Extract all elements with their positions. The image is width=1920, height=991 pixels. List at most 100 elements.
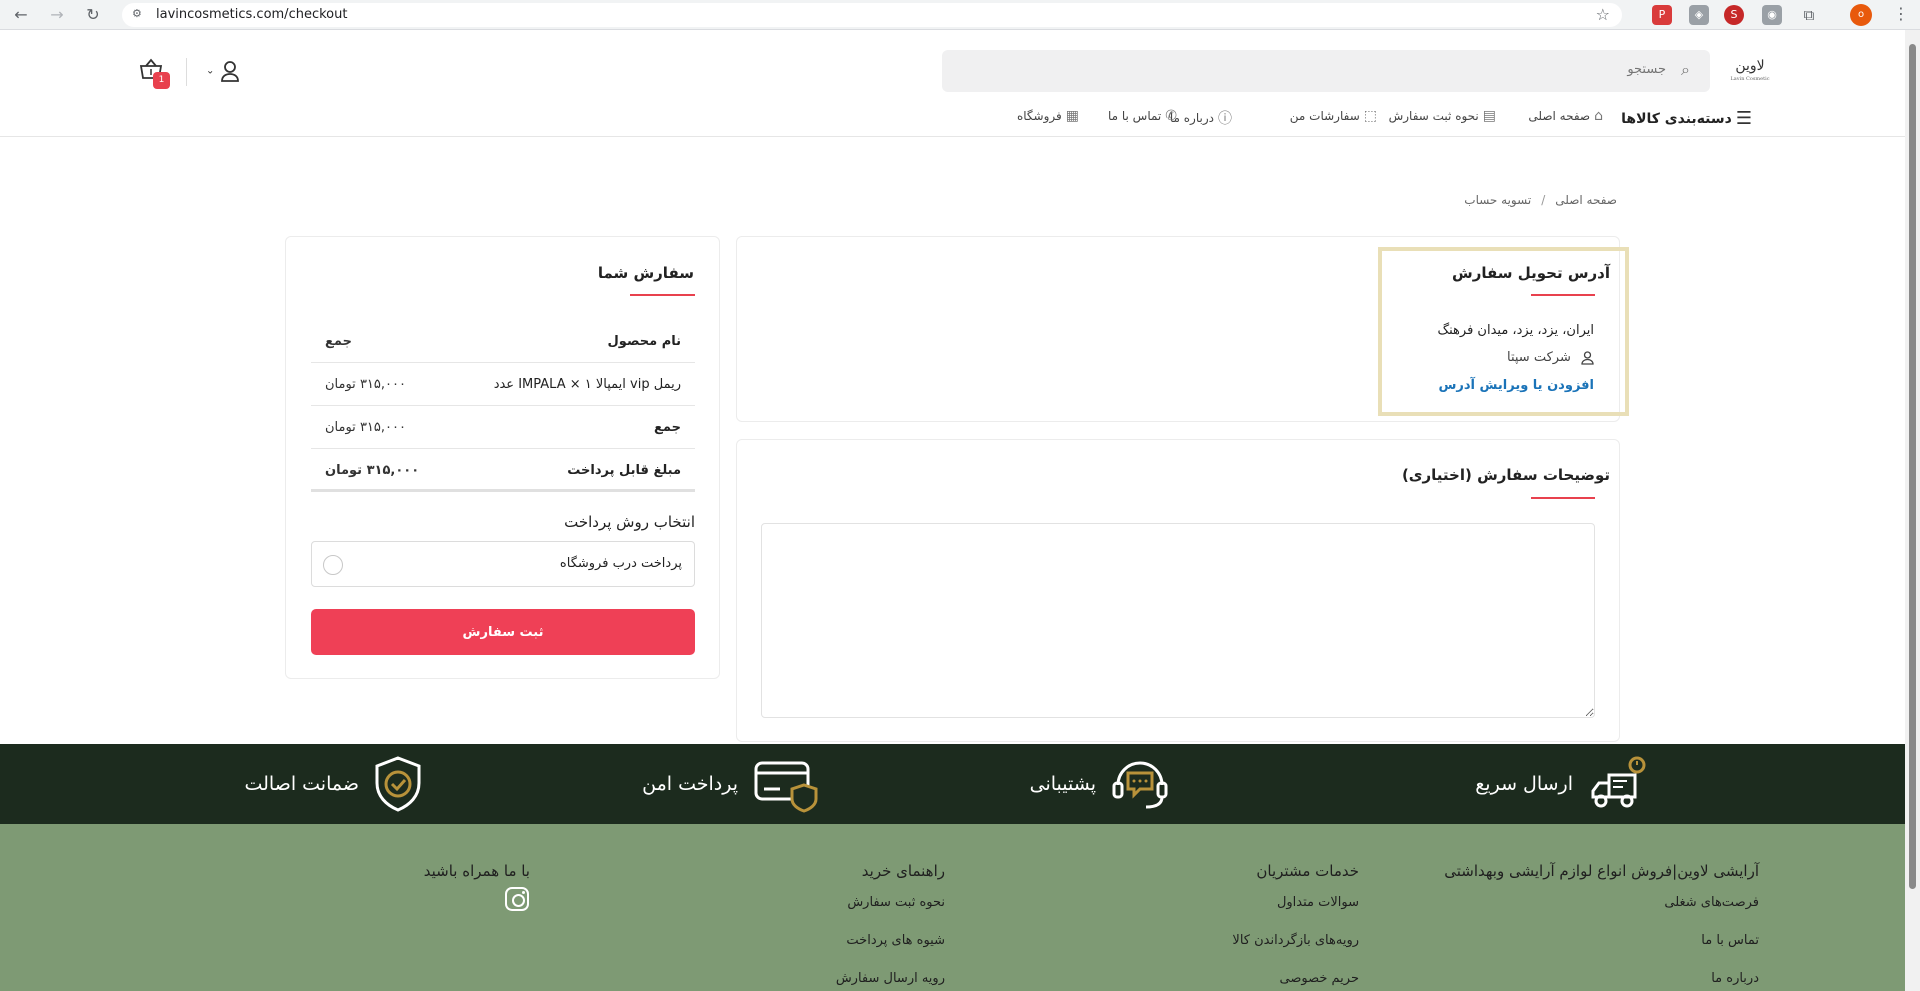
breadcrumb-current: تسویه حساب — [1464, 193, 1532, 207]
instagram-icon[interactable] — [505, 887, 529, 911]
footer-about-title: آرایشی لاوین|فروش انواع لوازم آرایشی وبه… — [1444, 862, 1759, 880]
footer-link-about[interactable]: درباره ما — [1711, 971, 1759, 986]
nav-home-label: صفحه اصلی — [1528, 109, 1591, 123]
edit-address-link[interactable]: افزودن یا ویرایش آدرس — [1438, 378, 1594, 393]
nav-store[interactable]: ▦ فروشگاه — [1017, 108, 1079, 124]
search-icon[interactable]: ⌕ — [1681, 60, 1690, 80]
payment-option-radio[interactable] — [323, 555, 343, 575]
footer-services-title: خدمات مشتریان — [1256, 862, 1359, 880]
col-product-header: نام محصول — [607, 334, 681, 349]
order-item-total: ۳۱۵,۰۰۰ تومان — [325, 377, 406, 392]
address-line: ایران، یزد، یزد، میدان فرهنگ — [1437, 323, 1594, 338]
footer-link-faq[interactable]: سوالات متداول — [1277, 895, 1359, 910]
order-item-name: ریمل vip ایمپالا IMPALA × ۱ عدد — [493, 377, 681, 392]
nav-categories[interactable]: ☰ دسته‌بندی کالاها — [1621, 108, 1752, 129]
footer-link-careers[interactable]: فرصت‌های شغلی — [1664, 895, 1759, 910]
address-bar[interactable]: ⚙ lavincosmetics.com/checkout ☆ — [122, 3, 1622, 27]
breadcrumb-separator: / — [1541, 193, 1546, 207]
forward-icon[interactable]: → — [46, 4, 68, 26]
notes-title-underline — [1531, 497, 1595, 499]
nav-contact[interactable]: ✆ تماس با ما — [1108, 108, 1177, 124]
camera-icon[interactable]: ◉ — [1762, 5, 1782, 25]
main-nav: ☰ دسته‌بندی کالاها ⌂ صفحه اصلی ▤ نحوه ثب… — [0, 108, 1905, 129]
nav-store-label: فروشگاه — [1016, 109, 1062, 123]
phone-icon: ✆ — [1165, 108, 1177, 124]
breadcrumb: صفحه اصلی / تسویه حساب — [1464, 193, 1617, 207]
cart-button[interactable]: 1 — [139, 58, 170, 89]
browser-menu-icon[interactable]: ⋮ — [1893, 4, 1909, 23]
notes-title: توضیحات سفارش (اختیاری) — [1401, 466, 1610, 484]
page-scrollbar[interactable] — [1905, 30, 1920, 991]
site-info-icon[interactable]: ⚙ — [132, 7, 146, 21]
chevron-down-icon: ⌄ — [206, 65, 215, 77]
logo-text: لاوین — [1735, 58, 1765, 74]
payable-value: ۳۱۵,۰۰۰ تومان — [325, 463, 420, 478]
bookmark-star-icon[interactable]: ☆ — [1596, 5, 1610, 24]
footer-link-shipping[interactable]: رویه ارسال سفارش — [836, 971, 945, 986]
breadcrumb-home[interactable]: صفحه اصلی — [1555, 193, 1617, 207]
nav-about[interactable]: ⓘ درباره ما — [1170, 108, 1232, 128]
feature-authenticity-label: ضمانت اصالت — [244, 773, 359, 795]
address-title: آدرس تحویل سفارش — [1452, 264, 1610, 282]
order-notes-textarea[interactable] — [761, 523, 1595, 718]
subtotal-value: ۳۱۵,۰۰۰ تومان — [325, 420, 406, 435]
url-text[interactable]: lavincosmetics.com/checkout — [156, 7, 347, 22]
address-company-label: شرکت سپتا — [1507, 350, 1571, 365]
extension-p-icon[interactable]: P — [1652, 5, 1672, 25]
store-icon: ▦ — [1065, 108, 1079, 124]
nav-home[interactable]: ⌂ صفحه اصلی — [1528, 108, 1603, 124]
payment-option-in-store[interactable]: پرداخت درب فروشگاه — [311, 541, 695, 587]
nav-how-to-order-label: نحوه ثبت سفارش — [1388, 109, 1479, 123]
footer-link-returns[interactable]: رویه‌های بازگرداندن کالا — [1232, 933, 1359, 948]
feature-fast-shipping: ارسال سریع — [1475, 756, 1649, 812]
address-company: شرکت سپتا — [1507, 350, 1594, 365]
info-icon: ⓘ — [1218, 111, 1232, 127]
footer-link-privacy[interactable]: حریم خصوصی — [1279, 971, 1359, 986]
address-title-underline — [1531, 294, 1595, 296]
home-icon: ⌂ — [1594, 108, 1603, 124]
box-icon: ⬚ — [1363, 108, 1377, 124]
search-input[interactable] — [1366, 62, 1666, 77]
user-icon — [220, 60, 240, 82]
feature-secure-payment-label: پرداخت امن — [642, 773, 738, 795]
nav-my-orders[interactable]: ⬚ سفارشات من — [1290, 108, 1377, 124]
col-total-header: جمع — [325, 334, 352, 349]
scrollbar-thumb[interactable] — [1909, 44, 1916, 889]
feature-fast-shipping-label: ارسال سریع — [1475, 773, 1573, 795]
subtotal-label: جمع — [654, 420, 681, 435]
site-header: لاوین Lavin Cosmetic ⌕ ⌄ 1 ☰ دسته‌بندی ک… — [0, 30, 1905, 137]
nav-how-to-order[interactable]: ▤ نحوه ثبت سفارش — [1389, 108, 1496, 124]
extension-s-icon[interactable]: S — [1724, 5, 1744, 25]
list-icon: ▤ — [1482, 108, 1496, 124]
order-header-row: نام محصول جمع — [311, 320, 695, 363]
site-logo[interactable]: لاوین Lavin Cosmetic — [1730, 56, 1770, 84]
submit-order-button[interactable]: ثبت سفارش — [311, 609, 695, 655]
profile-avatar[interactable]: o — [1850, 4, 1872, 26]
reload-icon[interactable]: ↻ — [82, 4, 104, 26]
person-icon — [1577, 350, 1594, 365]
nav-categories-label: دسته‌بندی کالاها — [1621, 110, 1732, 127]
footer-link-how-to-order[interactable]: نحوه ثبت سفارش — [847, 895, 945, 910]
cart-count-badge: 1 — [153, 72, 170, 89]
search-box[interactable]: ⌕ — [942, 50, 1710, 92]
footer-social-title: با ما همراه باشید — [423, 862, 530, 880]
features-band: ارسال سریع پشتیبانی پرداخت امن ضمانت اصا… — [0, 744, 1905, 824]
feature-authenticity: ضمانت اصالت — [244, 756, 423, 812]
nav-my-orders-label: سفارشات من — [1289, 109, 1360, 123]
footer-link-contact[interactable]: تماس با ما — [1701, 933, 1759, 948]
subtotal-row: جمع ۳۱۵,۰۰۰ تومان — [311, 406, 695, 449]
menu-icon: ☰ — [1735, 108, 1752, 129]
logo-subtext: Lavin Cosmetic — [1730, 76, 1770, 82]
extensions-puzzle-icon[interactable]: ⧉ — [1799, 5, 1819, 25]
browser-toolbar: ← → ↻ ⚙ lavincosmetics.com/checkout ☆ P … — [0, 0, 1920, 30]
back-icon[interactable]: ← — [10, 4, 32, 26]
delivery-truck-icon — [1591, 756, 1646, 808]
order-item-row: ریمل vip ایمپالا IMPALA × ۱ عدد ۳۱۵,۰۰۰ … — [311, 363, 695, 406]
account-menu-button[interactable]: ⌄ — [206, 60, 242, 84]
extension-shield-icon[interactable]: ◈ — [1689, 5, 1709, 25]
footer-link-payment-methods[interactable]: شیوه های پرداخت — [846, 933, 945, 948]
nav-contact-label: تماس با ما — [1107, 109, 1162, 123]
order-title: سفارش شما — [597, 264, 694, 282]
feature-support: پشتیبانی — [1030, 756, 1170, 812]
order-title-underline — [630, 294, 695, 296]
